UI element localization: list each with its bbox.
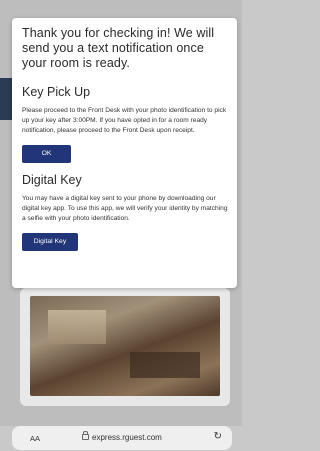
ok-button[interactable]: OK: [22, 145, 71, 163]
key-pickup-text: Please proceed to the Front Desk with yo…: [22, 107, 227, 134]
digital-key-heading: Digital Key: [22, 173, 82, 187]
browser-address-bar[interactable]: AA express.rguest.com ↻: [12, 426, 232, 450]
reload-icon[interactable]: ↻: [214, 431, 222, 442]
lock-icon: [82, 431, 89, 440]
checkin-modal: Thank you for checking in! We will send …: [12, 18, 237, 288]
key-pickup-heading: Key Pick Up: [22, 85, 91, 99]
background-room-photo: [30, 296, 220, 396]
background-nav-block: [0, 78, 12, 120]
digital-key-text: You may have a digital key sent to your …: [22, 195, 228, 222]
modal-title: Thank you for checking in! We will send …: [22, 26, 215, 70]
digital-key-button[interactable]: Digital Key: [22, 233, 78, 251]
url-text[interactable]: express.rguest.com: [92, 433, 162, 442]
text-size-button[interactable]: AA: [30, 434, 40, 443]
